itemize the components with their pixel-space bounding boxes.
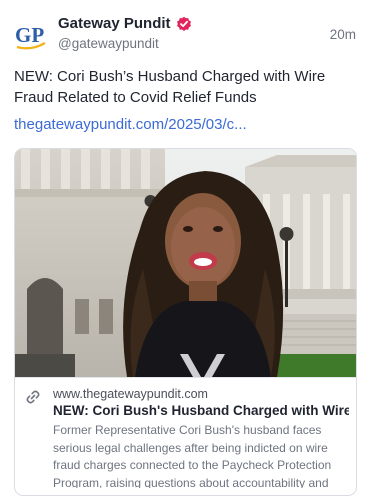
gateway-pundit-logo: GP xyxy=(15,23,46,50)
card-description: Former Representative Cori Bush's husban… xyxy=(53,423,332,488)
author-name[interactable]: Gateway Pundit xyxy=(58,15,171,32)
author-handle[interactable]: @gatewaypundit xyxy=(58,36,159,51)
link-preview-card[interactable]: www.thegatewaypundit.com NEW: Cori Bush'… xyxy=(14,148,357,496)
post-container: GP Gateway Pundit @gatewaypundit 20m NEW… xyxy=(0,0,370,500)
card-title[interactable]: NEW: Cori Bush's Husband Charged with Wi… xyxy=(53,403,349,418)
post-text: NEW: Cori Bush’s Husband Charged with Wi… xyxy=(14,68,326,106)
post-timestamp[interactable]: 20m xyxy=(330,27,356,42)
avatar[interactable]: GP xyxy=(14,20,48,54)
logo-text: GP xyxy=(15,23,44,47)
card-meta[interactable]: www.thegatewaypundit.com NEW: Cori Bush'… xyxy=(15,377,356,495)
card-image[interactable] xyxy=(15,149,356,377)
author-name-row[interactable]: Gateway Pundit xyxy=(58,15,192,32)
verified-badge-icon xyxy=(176,16,192,32)
link-icon xyxy=(25,389,41,405)
card-domain: www.thegatewaypundit.com xyxy=(53,387,208,401)
post-link[interactable]: thegatewaypundit.com/2025/03/c... xyxy=(14,116,247,133)
